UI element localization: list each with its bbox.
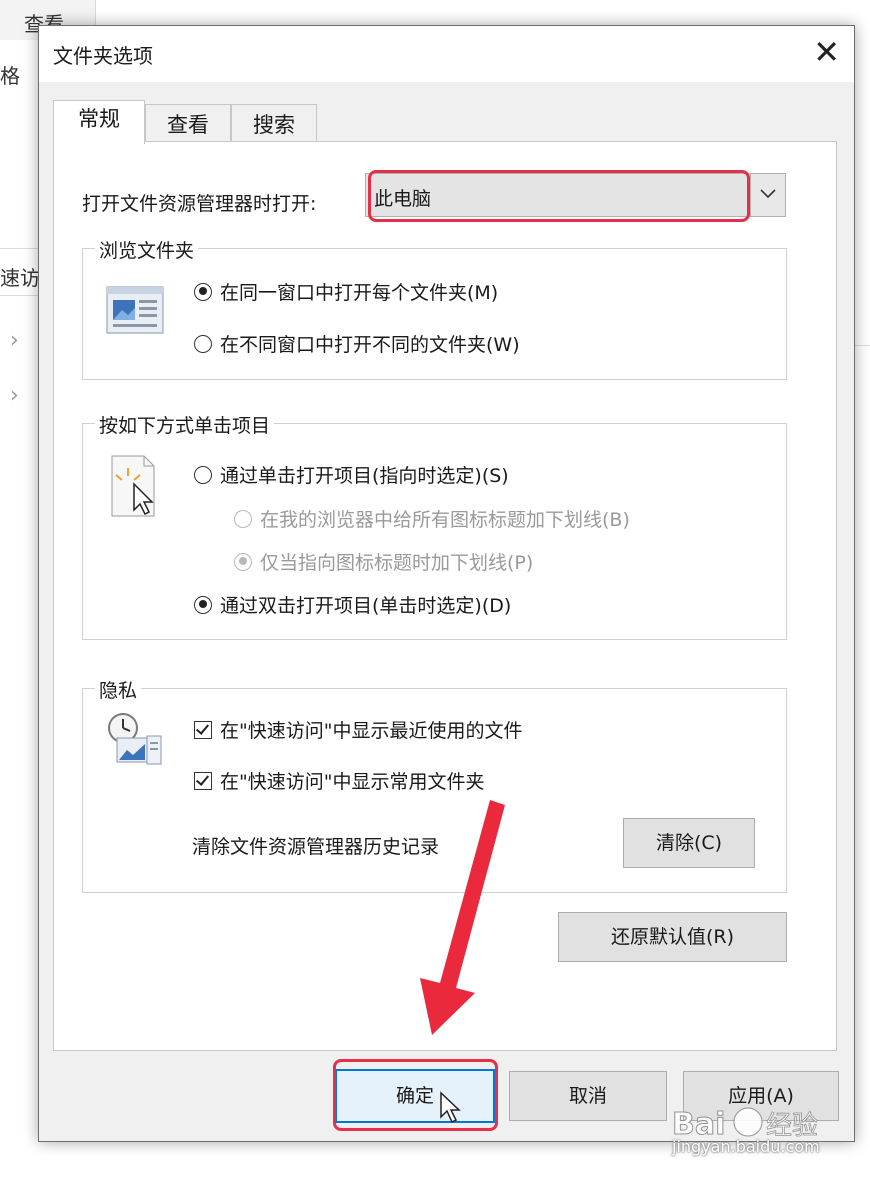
clear-history-label: 清除文件资源管理器历史记录 xyxy=(192,836,440,858)
close-icon[interactable]: ✕ xyxy=(813,32,840,72)
highlight-box-ok xyxy=(333,1059,498,1131)
tab-view[interactable]: 查看 xyxy=(145,104,231,144)
tab-search[interactable]: 搜索 xyxy=(231,104,317,144)
tab-general-label: 常规 xyxy=(78,107,120,131)
background-label-2: 速访 xyxy=(0,266,40,290)
click-items-legend: 按如下方式单击项目 xyxy=(95,411,275,438)
tab-search-label: 搜索 xyxy=(253,113,295,137)
restore-defaults-button[interactable]: 还原默认值(R) xyxy=(558,912,787,962)
chevron-down-icon[interactable] xyxy=(750,174,785,216)
radio-single-click-label: 通过单击打开项目(指向时选定)(S) xyxy=(220,465,509,487)
cancel-button[interactable]: 取消 xyxy=(509,1071,667,1121)
radio-different-window[interactable]: 在不同窗口中打开不同的文件夹(W) xyxy=(194,330,520,357)
radio-button[interactable] xyxy=(194,465,212,484)
background-label-1: 格 xyxy=(0,64,20,88)
folder-options-dialog: 文件夹选项 ✕ 常规 查看 搜索 打开文件资源管理器时打开: 此电脑 浏览文件夹… xyxy=(38,25,855,1142)
chevron-right-icon[interactable]: › xyxy=(10,383,19,408)
checkbox-show-recent-files-label: 在"快速访问"中显示最近使用的文件 xyxy=(220,720,523,742)
radio-double-click-label: 通过双击打开项目(单击时选定)(D) xyxy=(220,595,512,617)
privacy-legend: 隐私 xyxy=(95,676,142,703)
title-bar: 文件夹选项 ✕ xyxy=(39,26,854,82)
radio-button-selected[interactable] xyxy=(194,282,212,301)
clear-history-button[interactable]: 清除(C) xyxy=(623,818,755,868)
radio-same-window[interactable]: 在同一窗口中打开每个文件夹(M) xyxy=(194,278,498,305)
browse-folders-group: 浏览文件夹 xyxy=(82,236,787,380)
radio-different-window-label: 在不同窗口中打开不同的文件夹(W) xyxy=(220,334,520,356)
background-divider xyxy=(0,248,40,249)
radio-underline-hover-label: 仅当指向图标标题时加下划线(P) xyxy=(260,552,534,574)
tab-view-label: 查看 xyxy=(167,113,209,137)
clear-history-button-label: 清除(C) xyxy=(655,832,723,854)
checkbox-show-recent-files[interactable]: 在"快速访问"中显示最近使用的文件 xyxy=(194,716,522,743)
checkbox-show-frequent-folders-label: 在"快速访问"中显示常用文件夹 xyxy=(220,771,485,793)
mouse-cursor-icon xyxy=(440,1091,461,1124)
history-clock-icon xyxy=(108,713,162,765)
checkbox-checked[interactable] xyxy=(194,720,212,739)
radio-single-click[interactable]: 通过单击打开项目(指向时选定)(S) xyxy=(194,461,509,488)
radio-underline-always-label: 在我的浏览器中给所有图标标题加下划线(B) xyxy=(260,509,630,531)
radio-button-selected[interactable] xyxy=(194,595,212,614)
radio-button-disabled xyxy=(234,509,252,528)
radio-underline-hover: 仅当指向图标标题时加下划线(P) xyxy=(234,548,533,575)
radio-same-window-label: 在同一窗口中打开每个文件夹(M) xyxy=(220,282,499,304)
dialog-title: 文件夹选项 xyxy=(53,44,153,68)
chevron-right-icon[interactable]: › xyxy=(10,328,19,353)
background-divider xyxy=(0,295,40,296)
highlight-box-dropdown xyxy=(368,170,750,222)
browse-folders-legend: 浏览文件夹 xyxy=(95,236,199,263)
cancel-button-label: 取消 xyxy=(568,1085,607,1107)
radio-button[interactable] xyxy=(194,334,212,353)
window-icon xyxy=(106,286,164,334)
checkbox-show-frequent-folders[interactable]: 在"快速访问"中显示常用文件夹 xyxy=(194,767,484,794)
radio-underline-always: 在我的浏览器中给所有图标标题加下划线(B) xyxy=(234,505,630,532)
tab-general[interactable]: 常规 xyxy=(53,100,145,144)
open-explorer-label: 打开文件资源管理器时打开: xyxy=(82,193,317,215)
radio-button-disabled-selected xyxy=(234,552,252,571)
restore-defaults-button-label: 还原默认值(R) xyxy=(610,926,735,948)
checkbox-checked[interactable] xyxy=(194,771,212,790)
watermark-url: jingyan.baidu.com xyxy=(672,1137,820,1156)
click-pointer-icon xyxy=(111,455,155,517)
radio-double-click[interactable]: 通过双击打开项目(单击时选定)(D) xyxy=(194,591,511,618)
